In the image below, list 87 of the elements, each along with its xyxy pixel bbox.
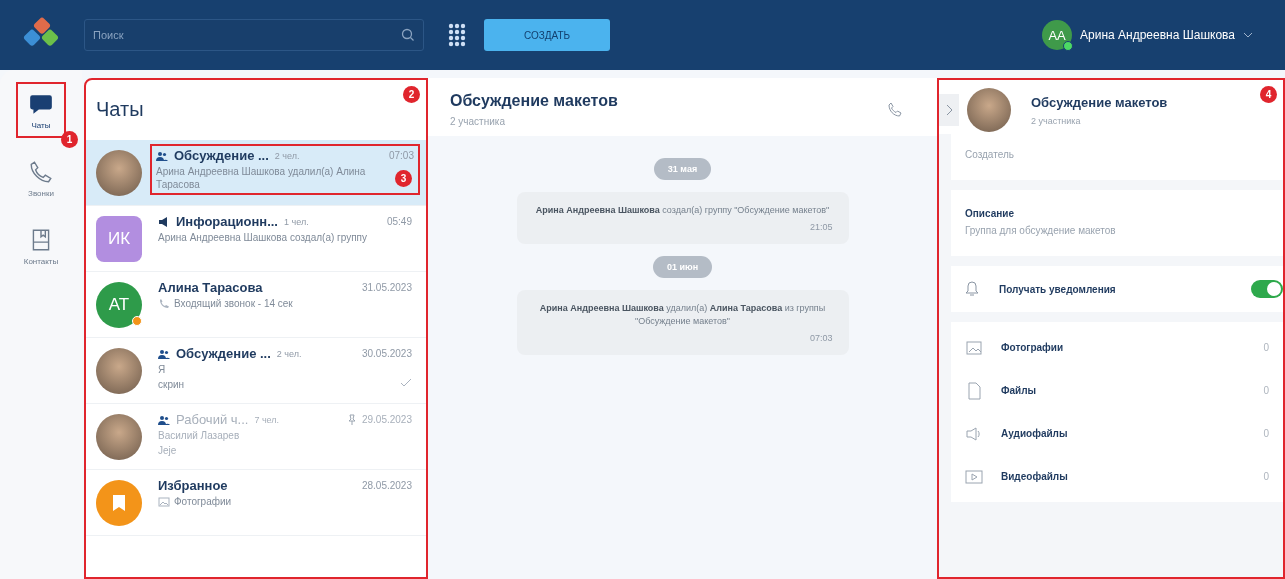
photo-placeholder bbox=[967, 88, 1011, 132]
people-icon bbox=[158, 347, 170, 360]
phone-icon bbox=[158, 297, 170, 310]
chat-time: 29.05.2023 bbox=[361, 414, 412, 425]
media-item[interactable]: Фотографии 0 bbox=[951, 326, 1283, 369]
callout-badge: 3 bbox=[395, 170, 412, 187]
message-time: 21:05 bbox=[808, 221, 833, 234]
search-field[interactable]: Поиск bbox=[84, 19, 424, 51]
people-icon bbox=[158, 413, 170, 426]
media-count: 0 bbox=[1263, 428, 1269, 439]
photo-placeholder bbox=[96, 348, 142, 394]
date-pill: 01 июн bbox=[652, 256, 713, 278]
callout-badge: 4 bbox=[1260, 86, 1277, 103]
media-label: Фотографии bbox=[1001, 342, 1064, 353]
chat-preview: скрин bbox=[158, 378, 185, 391]
chat-title: Обсуждение макетов bbox=[450, 92, 618, 110]
media-item[interactable]: Файлы 0 bbox=[951, 369, 1283, 412]
create-button[interactable]: СОЗДАТЬ bbox=[484, 19, 610, 51]
megaphone-icon bbox=[158, 215, 170, 228]
media-count: 0 bbox=[1263, 471, 1269, 482]
chat-subtitle: 2 участника bbox=[450, 116, 506, 127]
user-name[interactable]: Арина Андреевна Шашкова bbox=[1080, 28, 1235, 42]
chevron-down-icon[interactable] bbox=[1243, 32, 1253, 38]
dialpad-icon[interactable] bbox=[448, 23, 466, 47]
video-icon bbox=[965, 467, 983, 486]
member-count: 1 чел. bbox=[284, 216, 309, 227]
chat-time: 28.05.2023 bbox=[361, 480, 412, 491]
group-subtitle: 2 участника bbox=[1031, 115, 1082, 126]
creator-label: Создатель bbox=[965, 149, 1014, 160]
image-icon bbox=[965, 338, 983, 357]
media-item[interactable]: Видеофайлы 0 bbox=[951, 455, 1283, 498]
media-label: Видеофайлы bbox=[1001, 471, 1068, 482]
phone-icon bbox=[28, 158, 54, 185]
message-text: Арина Андреевна Шашкова создал(а) группу "Обсуждение макетов" bbox=[534, 204, 831, 217]
callout-badge: 2 bbox=[403, 86, 420, 103]
chat-preview: Фотографии bbox=[174, 495, 232, 508]
member-count: 7 чел. bbox=[254, 414, 280, 425]
nav-tab[interactable]: Звонки bbox=[16, 150, 66, 206]
chat-time: 07:03 bbox=[388, 150, 414, 161]
user-avatar[interactable]: АА bbox=[1042, 20, 1073, 50]
description-label: Описание bbox=[965, 208, 1015, 219]
chat-preview: Арина Андреевна Шашкова создал(а) группу bbox=[158, 231, 367, 244]
bell-icon bbox=[965, 281, 979, 297]
chat-name: Обсуждение ... bbox=[176, 346, 271, 361]
search-icon[interactable] bbox=[401, 28, 415, 42]
message-time: 07:03 bbox=[808, 332, 833, 345]
member-count: 2 чел. bbox=[274, 150, 300, 161]
chat-time: 31.05.2023 bbox=[361, 282, 412, 293]
speaker-icon bbox=[965, 424, 983, 443]
member-count: 2 чел. bbox=[276, 348, 302, 359]
avatar: АТ bbox=[96, 282, 142, 328]
description-text: Группа для обсуждение макетов bbox=[965, 225, 1117, 236]
image-icon bbox=[158, 495, 170, 508]
chat-preview: Василий Лазарев bbox=[158, 429, 240, 442]
chat-name: Инфорационн... bbox=[176, 214, 278, 229]
message-text: Арина Андреевна Шашкова удалил(а) Алина Тарасова из группы "Обсуждение макетов" bbox=[538, 302, 827, 328]
chat-preview: Арина Андреевна Шашкова удалил(а) Алина Тарасова bbox=[156, 165, 367, 191]
media-count: 0 bbox=[1263, 385, 1269, 396]
chevron-right-icon bbox=[945, 104, 953, 116]
notifications-label: Получать уведомления bbox=[999, 283, 1116, 295]
media-count: 0 bbox=[1263, 342, 1269, 353]
chat-name: Алина Тарасова bbox=[158, 280, 263, 295]
chat-name: Рабочий ч... bbox=[176, 412, 249, 427]
chat-row[interactable]: Обсуждение ... 2 чел. 07:03 Арина Андреевна Шашкова удалил(а) Алина Тарасова 3 bbox=[86, 140, 426, 206]
media-item[interactable]: Аудиофайлы 0 bbox=[951, 412, 1283, 455]
date-pill: 31 мая bbox=[653, 158, 712, 180]
avatar: ИК bbox=[96, 216, 142, 262]
photo-placeholder bbox=[96, 150, 142, 196]
phone-icon[interactable] bbox=[887, 102, 903, 118]
people-icon bbox=[156, 149, 168, 162]
chat-name: Избранное bbox=[158, 478, 228, 493]
file-icon bbox=[965, 381, 983, 400]
media-label: Аудиофайлы bbox=[1001, 428, 1068, 439]
panel-title: Чаты bbox=[96, 98, 144, 121]
chat-name: Обсуждение ... bbox=[174, 148, 269, 163]
chat-preview: Входящий звонок - 14 сек bbox=[174, 297, 293, 310]
nav-tab[interactable]: Чаты bbox=[16, 82, 66, 138]
chat-time: 30.05.2023 bbox=[361, 348, 412, 359]
media-label: Файлы bbox=[1001, 385, 1037, 396]
notifications-toggle[interactable] bbox=[1251, 280, 1283, 298]
photo-placeholder bbox=[96, 414, 142, 460]
chat-preview: Jeje bbox=[158, 444, 177, 457]
nav-tab[interactable]: Контакты bbox=[16, 218, 66, 274]
callout-badge: 1 bbox=[61, 131, 78, 148]
chat-time: 05:49 bbox=[386, 216, 412, 227]
chat-preview: Я bbox=[158, 363, 166, 376]
group-title: Обсуждение макетов bbox=[1031, 94, 1169, 110]
